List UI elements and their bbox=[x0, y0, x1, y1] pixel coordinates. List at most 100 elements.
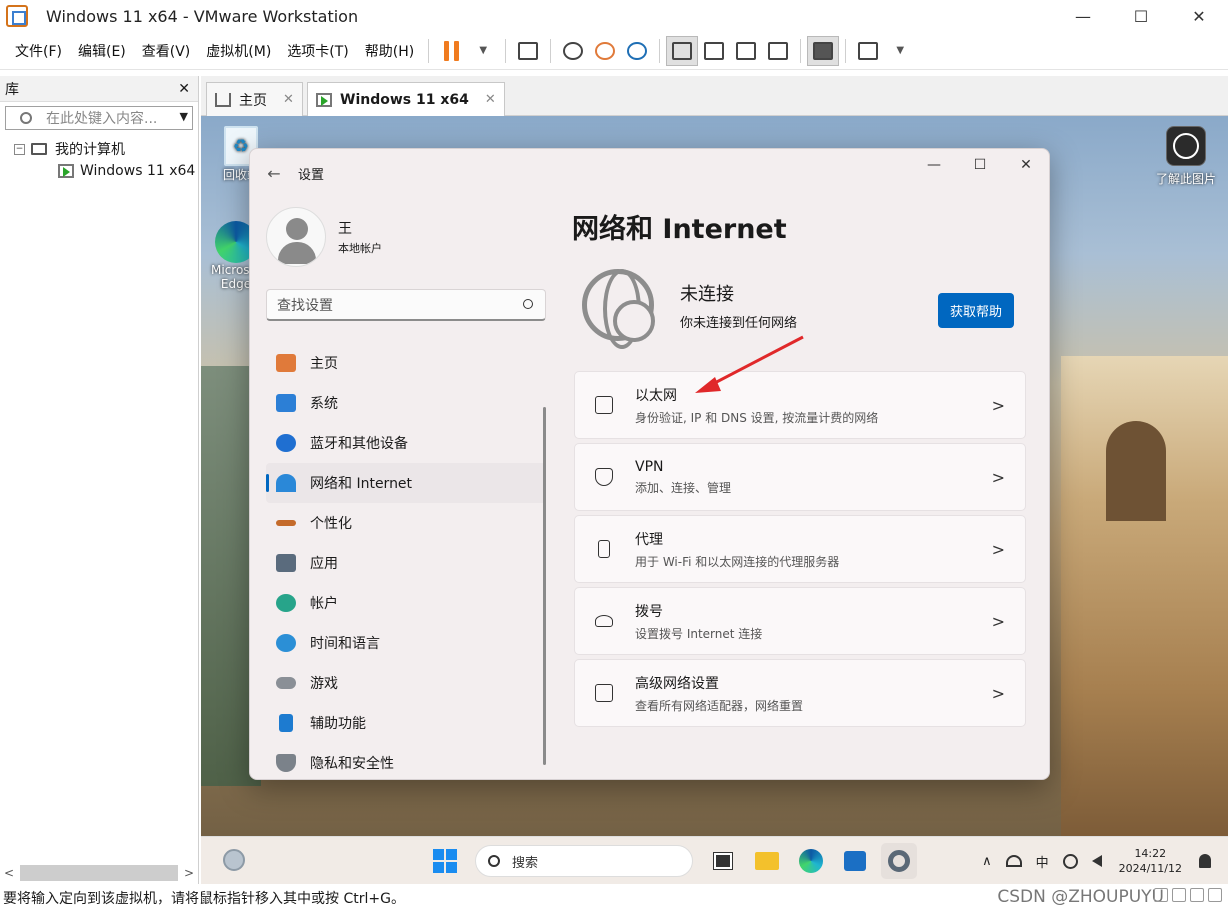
edge-button[interactable] bbox=[793, 843, 829, 879]
nav-item-personalization[interactable]: 个性化 bbox=[266, 503, 546, 543]
widgets-icon[interactable] bbox=[223, 849, 245, 871]
menu-tabs[interactable]: 选项卡(T) bbox=[279, 41, 356, 61]
tab-home[interactable]: 主页 ✕ bbox=[206, 82, 303, 116]
menu-help[interactable]: 帮助(H) bbox=[357, 41, 422, 61]
console-view-button[interactable] bbox=[807, 35, 840, 66]
maximize-button[interactable]: ☐ bbox=[1112, 0, 1170, 32]
desktop-icon-learn-picture[interactable]: 了解此图片 bbox=[1141, 126, 1228, 187]
home-icon bbox=[276, 354, 296, 372]
network-disconnected-icon[interactable] bbox=[1005, 855, 1022, 867]
bell-icon[interactable] bbox=[1199, 854, 1211, 868]
tray-overflow-button[interactable]: ∧ bbox=[982, 854, 992, 869]
nav-item-privacy[interactable]: 隐私和安全性 bbox=[266, 743, 546, 779]
nav-scrollbar[interactable] bbox=[543, 407, 546, 765]
taskbar-clock[interactable]: 14:22 2024/11/12 bbox=[1119, 846, 1182, 876]
start-button[interactable] bbox=[427, 843, 463, 879]
store-button[interactable] bbox=[837, 843, 873, 879]
tree-item-my-computer[interactable]: − 我的计算机 bbox=[0, 138, 198, 160]
menu-file[interactable]: 文件(F) bbox=[7, 41, 70, 61]
scroll-right-button[interactable]: > bbox=[184, 866, 194, 880]
nav-label: 辅助功能 bbox=[310, 716, 366, 732]
brush-icon bbox=[276, 520, 296, 526]
scroll-left-button[interactable]: < bbox=[4, 866, 14, 880]
tab-close-button[interactable]: ✕ bbox=[485, 92, 496, 107]
taskview-button[interactable] bbox=[705, 843, 741, 879]
thumbnail-bar-button[interactable] bbox=[698, 36, 730, 66]
nav-item-network[interactable]: 网络和 Internet bbox=[266, 463, 546, 503]
nav-item-accounts[interactable]: 帐户 bbox=[266, 583, 546, 623]
settings-close-button[interactable]: ✕ bbox=[1003, 149, 1049, 181]
card-proxy[interactable]: 代理 用于 Wi-Fi 和以太网连接的代理服务器 > bbox=[574, 515, 1026, 583]
vmware-titlebar: Windows 11 x64 - VMware Workstation — ☐ … bbox=[0, 0, 1228, 32]
menu-edit[interactable]: 编辑(E) bbox=[70, 41, 134, 61]
settings-minimize-button[interactable]: — bbox=[911, 149, 957, 181]
cdrom-icon[interactable] bbox=[1172, 888, 1186, 902]
ime-indicator[interactable]: 中 bbox=[1036, 852, 1049, 871]
hdd-icon[interactable] bbox=[1154, 888, 1168, 902]
guest-taskbar: 搜索 ∧ 中 14:22 2024/11/12 bbox=[201, 836, 1228, 884]
search-icon bbox=[523, 299, 533, 309]
status-description: 你未连接到任何网络 bbox=[680, 315, 798, 331]
tree-item-vm[interactable]: Windows 11 x64 bbox=[0, 160, 198, 182]
nav-item-gaming[interactable]: 游戏 bbox=[266, 663, 546, 703]
settings-search-input[interactable]: 查找设置 bbox=[266, 289, 546, 321]
revert-snapshot-button[interactable] bbox=[589, 36, 621, 66]
stretch-dropdown-button[interactable]: ▼ bbox=[884, 36, 916, 66]
user-profile[interactable]: 王 本地帐户 bbox=[266, 207, 382, 267]
snapshot-manager-button[interactable] bbox=[621, 36, 653, 66]
send-ctrl-alt-del-button[interactable] bbox=[512, 36, 544, 66]
nav-item-time-language[interactable]: 时间和语言 bbox=[266, 623, 546, 663]
library-scrollbar[interactable]: < > bbox=[4, 864, 194, 882]
library-close-button[interactable]: ✕ bbox=[178, 81, 190, 97]
settings-cards: 以太网 身份验证, IP 和 DNS 设置, 按流量计费的网络 > VPN 添加、连… bbox=[574, 371, 1026, 731]
tab-windows-11[interactable]: Windows 11 x64 ✕ bbox=[307, 82, 505, 116]
nav-item-system[interactable]: 系统 bbox=[266, 383, 546, 423]
nav-label: 应用 bbox=[310, 556, 338, 572]
tab-close-button[interactable]: ✕ bbox=[283, 92, 294, 107]
nav-item-home[interactable]: 主页 bbox=[266, 343, 546, 383]
avatar bbox=[266, 207, 326, 267]
fullscreen-button[interactable] bbox=[730, 36, 762, 66]
nav-item-accessibility[interactable]: 辅助功能 bbox=[266, 703, 546, 743]
settings-content: 网络和 Internet 未连接 你未连接到任何网络 获取帮助 以太网 身份验证,… bbox=[572, 197, 1027, 779]
card-description: 设置拨号 Internet 连接 bbox=[635, 626, 763, 641]
volume-icon[interactable] bbox=[1091, 855, 1102, 867]
minimize-button[interactable]: — bbox=[1054, 0, 1112, 32]
snapshot-button[interactable] bbox=[557, 36, 589, 66]
card-advanced-network[interactable]: 高级网络设置 查看所有网络适配器，网络重置 > bbox=[574, 659, 1026, 727]
nav-label: 个性化 bbox=[310, 516, 352, 532]
show-library-button[interactable] bbox=[666, 35, 699, 66]
settings-taskbar-button[interactable] bbox=[881, 843, 917, 879]
menu-view[interactable]: 查看(V) bbox=[134, 41, 199, 61]
stretch-button[interactable] bbox=[852, 36, 884, 66]
pause-button[interactable] bbox=[435, 36, 467, 66]
account-type: 本地帐户 bbox=[338, 242, 382, 255]
menu-vm[interactable]: 虚拟机(M) bbox=[198, 41, 279, 61]
settings-maximize-button[interactable]: ☐ bbox=[957, 149, 1003, 181]
nav-label: 隐私和安全性 bbox=[310, 756, 394, 772]
card-vpn[interactable]: VPN 添加、连接、管理 > bbox=[574, 443, 1026, 511]
library-search-input[interactable]: 在此处键入内容... ▼ bbox=[5, 106, 193, 130]
settings-titlebar: ← 设置 — ☐ ✕ bbox=[250, 149, 1049, 197]
nav-item-bluetooth[interactable]: 蓝牙和其他设备 bbox=[266, 423, 546, 463]
usb-icon[interactable] bbox=[1208, 888, 1222, 902]
caret-down-icon[interactable]: ▼ bbox=[180, 110, 188, 123]
nav-item-apps[interactable]: 应用 bbox=[266, 543, 546, 583]
collapse-toggle[interactable]: − bbox=[14, 143, 25, 155]
card-title: 高级网络设置 bbox=[635, 675, 719, 692]
pause-dropdown-button[interactable]: ▼ bbox=[467, 36, 499, 66]
nav-label: 网络和 Internet bbox=[310, 476, 413, 492]
unity-button[interactable] bbox=[762, 36, 794, 66]
proxy-icon bbox=[598, 540, 610, 558]
scroll-thumb[interactable] bbox=[20, 865, 178, 881]
back-button[interactable]: ← bbox=[250, 164, 298, 183]
taskbar-search[interactable]: 搜索 bbox=[475, 845, 693, 877]
file-explorer-button[interactable] bbox=[749, 843, 785, 879]
close-button[interactable]: ✕ bbox=[1170, 0, 1228, 32]
globe-icon[interactable] bbox=[1062, 853, 1078, 869]
card-ethernet[interactable]: 以太网 身份验证, IP 和 DNS 设置, 按流量计费的网络 > bbox=[574, 371, 1026, 439]
network-adapter-icon[interactable] bbox=[1190, 888, 1204, 902]
toolbar-divider bbox=[505, 38, 507, 63]
get-help-button[interactable]: 获取帮助 bbox=[937, 293, 1014, 328]
card-dialup[interactable]: 拨号 设置拨号 Internet 连接 > bbox=[574, 587, 1026, 655]
